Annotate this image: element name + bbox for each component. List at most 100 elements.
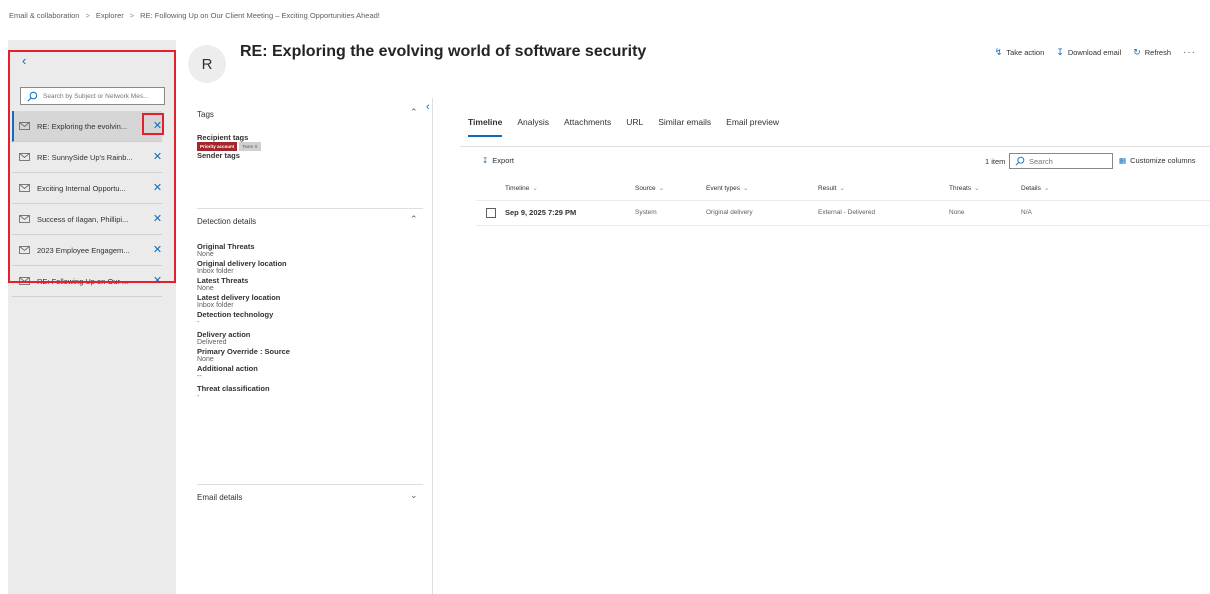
export-button[interactable]: ↧ Export (482, 156, 514, 165)
email-list-item[interactable]: RE: Following Up on Our ... ✕ (12, 266, 162, 297)
divider (460, 146, 1210, 147)
close-icon[interactable]: ✕ (151, 151, 164, 164)
cell-source: System (635, 209, 657, 216)
mail-icon (19, 184, 30, 192)
field-value: None (197, 356, 214, 363)
email-list-item[interactable]: RE: Exploring the evolvin... ✕ (12, 111, 162, 142)
detection-details-heading: Detection details (197, 217, 257, 226)
detection-fields: Original Threats None Original delivery … (197, 242, 417, 401)
mail-icon (19, 246, 30, 254)
email-list-item[interactable]: Exciting Internal Opportu... ✕ (12, 173, 162, 204)
column-header-timeline[interactable]: Timeline ⌄ (505, 184, 538, 192)
customize-columns-button[interactable]: ▦ Customize columns (1119, 156, 1196, 165)
email-list-item-label: Exciting Internal Opportu... (37, 183, 126, 193)
search-icon (27, 91, 38, 101)
table-search-box[interactable] (1009, 153, 1113, 169)
tab-bar: Timeline Analysis Attachments URL Simila… (468, 117, 779, 137)
column-header-label: Result (818, 185, 837, 192)
chevron-down-icon: ⌄ (742, 185, 749, 192)
export-label: Export (492, 156, 514, 165)
field-key: Latest delivery location (197, 293, 281, 302)
field-key: Original delivery location (197, 259, 287, 268)
cell-result: External - Delivered (818, 209, 876, 216)
tab-url[interactable]: URL (626, 117, 643, 137)
recipient-tags-block: Recipient tags Priority account Team X Se… (197, 133, 417, 160)
field-value: None (197, 285, 214, 292)
chevron-up-icon[interactable]: ⌃ (410, 214, 418, 225)
column-header-label: Details (1021, 185, 1041, 192)
divider (476, 225, 1210, 226)
column-header-event-types[interactable]: Event types ⌄ (706, 184, 748, 192)
chevron-down-icon: ⌄ (532, 185, 538, 192)
tab-analysis[interactable]: Analysis (517, 117, 549, 137)
email-list-item[interactable]: 2023 Employee Engagem... ✕ (12, 235, 162, 266)
cell-details: N/A (1021, 209, 1032, 216)
divider (197, 484, 423, 485)
field-key: Original Threats (197, 242, 255, 251)
recipient-tags-label: Recipient tags (197, 133, 249, 142)
collapse-panel-icon[interactable]: ‹ (426, 101, 430, 113)
mail-icon (19, 277, 30, 285)
table-search-input[interactable] (1029, 156, 1109, 166)
take-action-button[interactable]: ↯ Take action (995, 47, 1045, 58)
chevron-down-icon: ⌄ (839, 185, 845, 192)
search-icon (1015, 156, 1025, 166)
avatar: R (188, 45, 226, 83)
field-value: -- (197, 373, 202, 380)
breadcrumb: Email & collaboration > Explorer > RE: Follo… (9, 11, 380, 20)
email-search-input[interactable] (43, 92, 163, 100)
email-details-heading: Email details (197, 493, 243, 502)
field-key: Latest Threats (197, 276, 249, 285)
chevron-down-icon: ⌄ (658, 185, 665, 192)
email-list-item-label: RE: SunnySide Up's Rainb... (37, 152, 133, 162)
tab-similar-emails[interactable]: Similar emails (658, 117, 711, 137)
divider (476, 200, 1210, 201)
field-key: Detection technology (197, 310, 274, 319)
email-list-item-label: Success of Ilagan, Phillipi... (37, 214, 129, 224)
email-list-item[interactable]: Success of Ilagan, Phillipi... ✕ (12, 204, 162, 235)
refresh-button[interactable]: ↻ Refresh (1133, 47, 1171, 58)
tags-heading: Tags (197, 110, 214, 119)
breadcrumb-current: RE: Following Up on Our Client Meeting –… (140, 11, 380, 20)
download-email-button[interactable]: ↧ Download email (1056, 47, 1121, 58)
lightning-icon: ↯ (994, 47, 1003, 57)
more-options-icon[interactable]: ··· (1183, 47, 1196, 58)
columns-icon: ▦ (1119, 156, 1127, 165)
field-value: Delivered (197, 339, 227, 346)
column-header-label: Source (635, 185, 656, 192)
column-header-details[interactable]: Details ⌄ (1021, 184, 1049, 192)
chevron-right-icon: > (85, 11, 90, 20)
email-search-box[interactable] (20, 87, 165, 105)
chevron-down-icon[interactable]: ⌄ (410, 490, 418, 501)
download-icon: ↧ (482, 156, 489, 165)
close-icon[interactable]: ✕ (151, 244, 164, 257)
column-header-result[interactable]: Result ⌄ (818, 184, 845, 192)
chevron-right-icon: > (129, 11, 135, 20)
field-value: None (197, 251, 214, 258)
row-checkbox[interactable] (486, 208, 496, 218)
download-email-label: Download email (1067, 48, 1122, 57)
field-key: Threat classification (197, 384, 270, 393)
field-key: Primary Override : Source (197, 347, 290, 356)
close-icon[interactable]: ✕ (151, 182, 164, 195)
download-icon: ↧ (1056, 47, 1064, 57)
chevron-up-icon[interactable]: ⌃ (410, 107, 418, 118)
email-list-item[interactable]: RE: SunnySide Up's Rainb... ✕ (12, 142, 162, 173)
breadcrumb-explorer[interactable]: Explorer (96, 11, 124, 20)
column-header-threats[interactable]: Threats ⌄ (949, 184, 980, 192)
column-header-source[interactable]: Source ⌄ (635, 184, 664, 192)
column-header-label: Event types (706, 185, 740, 192)
breadcrumb-email-collab[interactable]: Email & collaboration (9, 11, 79, 20)
close-icon[interactable]: ✕ (151, 213, 164, 226)
back-chevron-icon[interactable]: ‹ (22, 54, 36, 68)
tab-attachments[interactable]: Attachments (564, 117, 611, 137)
tab-email-preview[interactable]: Email preview (726, 117, 779, 137)
refresh-icon: ↻ (1133, 47, 1141, 57)
cell-threats: None (949, 209, 965, 216)
tab-timeline[interactable]: Timeline (468, 117, 503, 137)
close-icon[interactable]: ✕ (151, 120, 164, 133)
close-icon[interactable]: ✕ (151, 275, 164, 288)
field-value: Inbox folder (197, 268, 234, 275)
column-header-label: Timeline (505, 185, 530, 192)
mail-icon (19, 215, 30, 223)
